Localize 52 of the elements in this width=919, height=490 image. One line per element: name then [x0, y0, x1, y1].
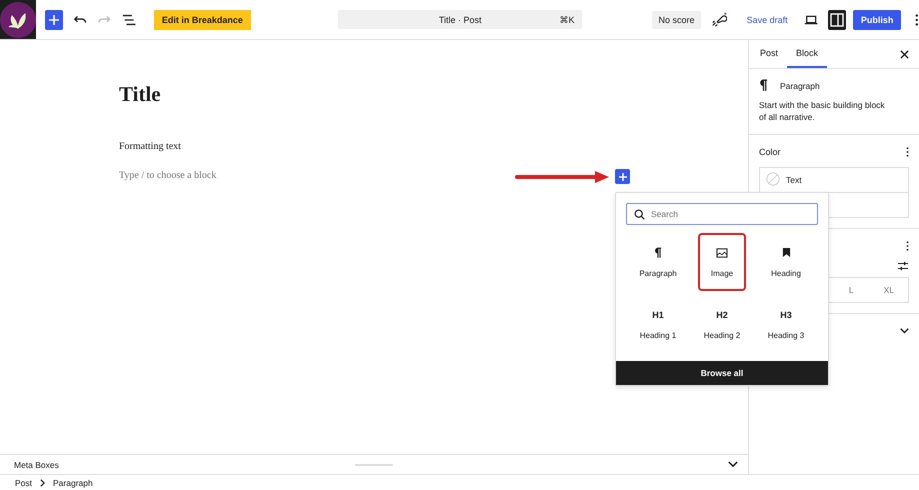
breadcrumb-link[interactable]: Post [15, 478, 32, 488]
size-option[interactable]: XL [884, 284, 894, 295]
more-options-icon[interactable] [906, 240, 909, 252]
sidebar-tab[interactable]: Block [787, 40, 828, 68]
command-bar[interactable]: Title · Post ⌘K [338, 10, 582, 29]
block-option[interactable]: H1 Heading 1 [634, 295, 682, 353]
plus-icon [48, 14, 60, 26]
document-title: Title · Post [438, 14, 482, 24]
publish-button[interactable]: Publish [852, 10, 902, 30]
search-field[interactable]: Search [626, 203, 818, 225]
block-name: Paragraph [780, 80, 820, 90]
sidebar-tab[interactable]: Post [751, 40, 788, 68]
post-title[interactable]: Title [119, 82, 748, 107]
sidebar-toggle-button[interactable] [828, 10, 846, 30]
block-option[interactable]: H2 Heading 2 [698, 295, 746, 353]
chevron-down-icon[interactable] [900, 328, 909, 334]
sliders-icon[interactable] [897, 260, 909, 271]
edit-button[interactable]: Edit in Breakdance [154, 10, 251, 30]
heading-level-icon: H2 [716, 310, 728, 320]
site-logo[interactable] [0, 0, 36, 39]
meta-boxes-label[interactable]: Meta Boxes [14, 460, 728, 470]
no-color-icon [766, 172, 780, 186]
plus-icon [618, 172, 628, 182]
resize-handle[interactable] [355, 464, 393, 466]
size-option[interactable]: L [848, 284, 854, 295]
breadcrumb-link[interactable]: Paragraph [53, 478, 93, 488]
more-options-icon[interactable] [915, 12, 919, 28]
leaf-icon [0, 2, 36, 38]
block-option[interactable]: Paragraph [634, 233, 682, 291]
more-options-icon[interactable] [906, 146, 909, 158]
heading-level-icon: H1 [652, 310, 664, 320]
shortcut-hint: ⌘K [559, 14, 574, 24]
save-draft-button[interactable]: Save draft [740, 14, 794, 24]
image-icon [716, 248, 728, 258]
chevron-down-icon[interactable] [728, 461, 738, 468]
rocket-icon[interactable] [710, 10, 727, 28]
add-block-button[interactable] [615, 169, 630, 184]
bookmark-icon [782, 247, 790, 258]
pilcrow-icon [759, 79, 768, 92]
heading-level-icon: H3 [780, 310, 792, 320]
panel-title: Color [759, 146, 781, 157]
block-placeholder[interactable]: Type / to choose a block [119, 170, 216, 181]
block-option[interactable]: Image [698, 233, 746, 291]
chevron-right-icon [40, 478, 46, 486]
close-icon[interactable] [900, 50, 909, 58]
add-block-button[interactable] [45, 10, 63, 30]
browse-all-button[interactable]: Browse all [616, 361, 828, 385]
search-icon [634, 208, 645, 220]
score-badge[interactable]: No score [652, 10, 700, 28]
pilcrow-icon [654, 246, 662, 258]
paragraph-text[interactable]: Formatting text [119, 141, 748, 152]
block-description: Start with the basic building block of all narrative. [759, 100, 886, 124]
